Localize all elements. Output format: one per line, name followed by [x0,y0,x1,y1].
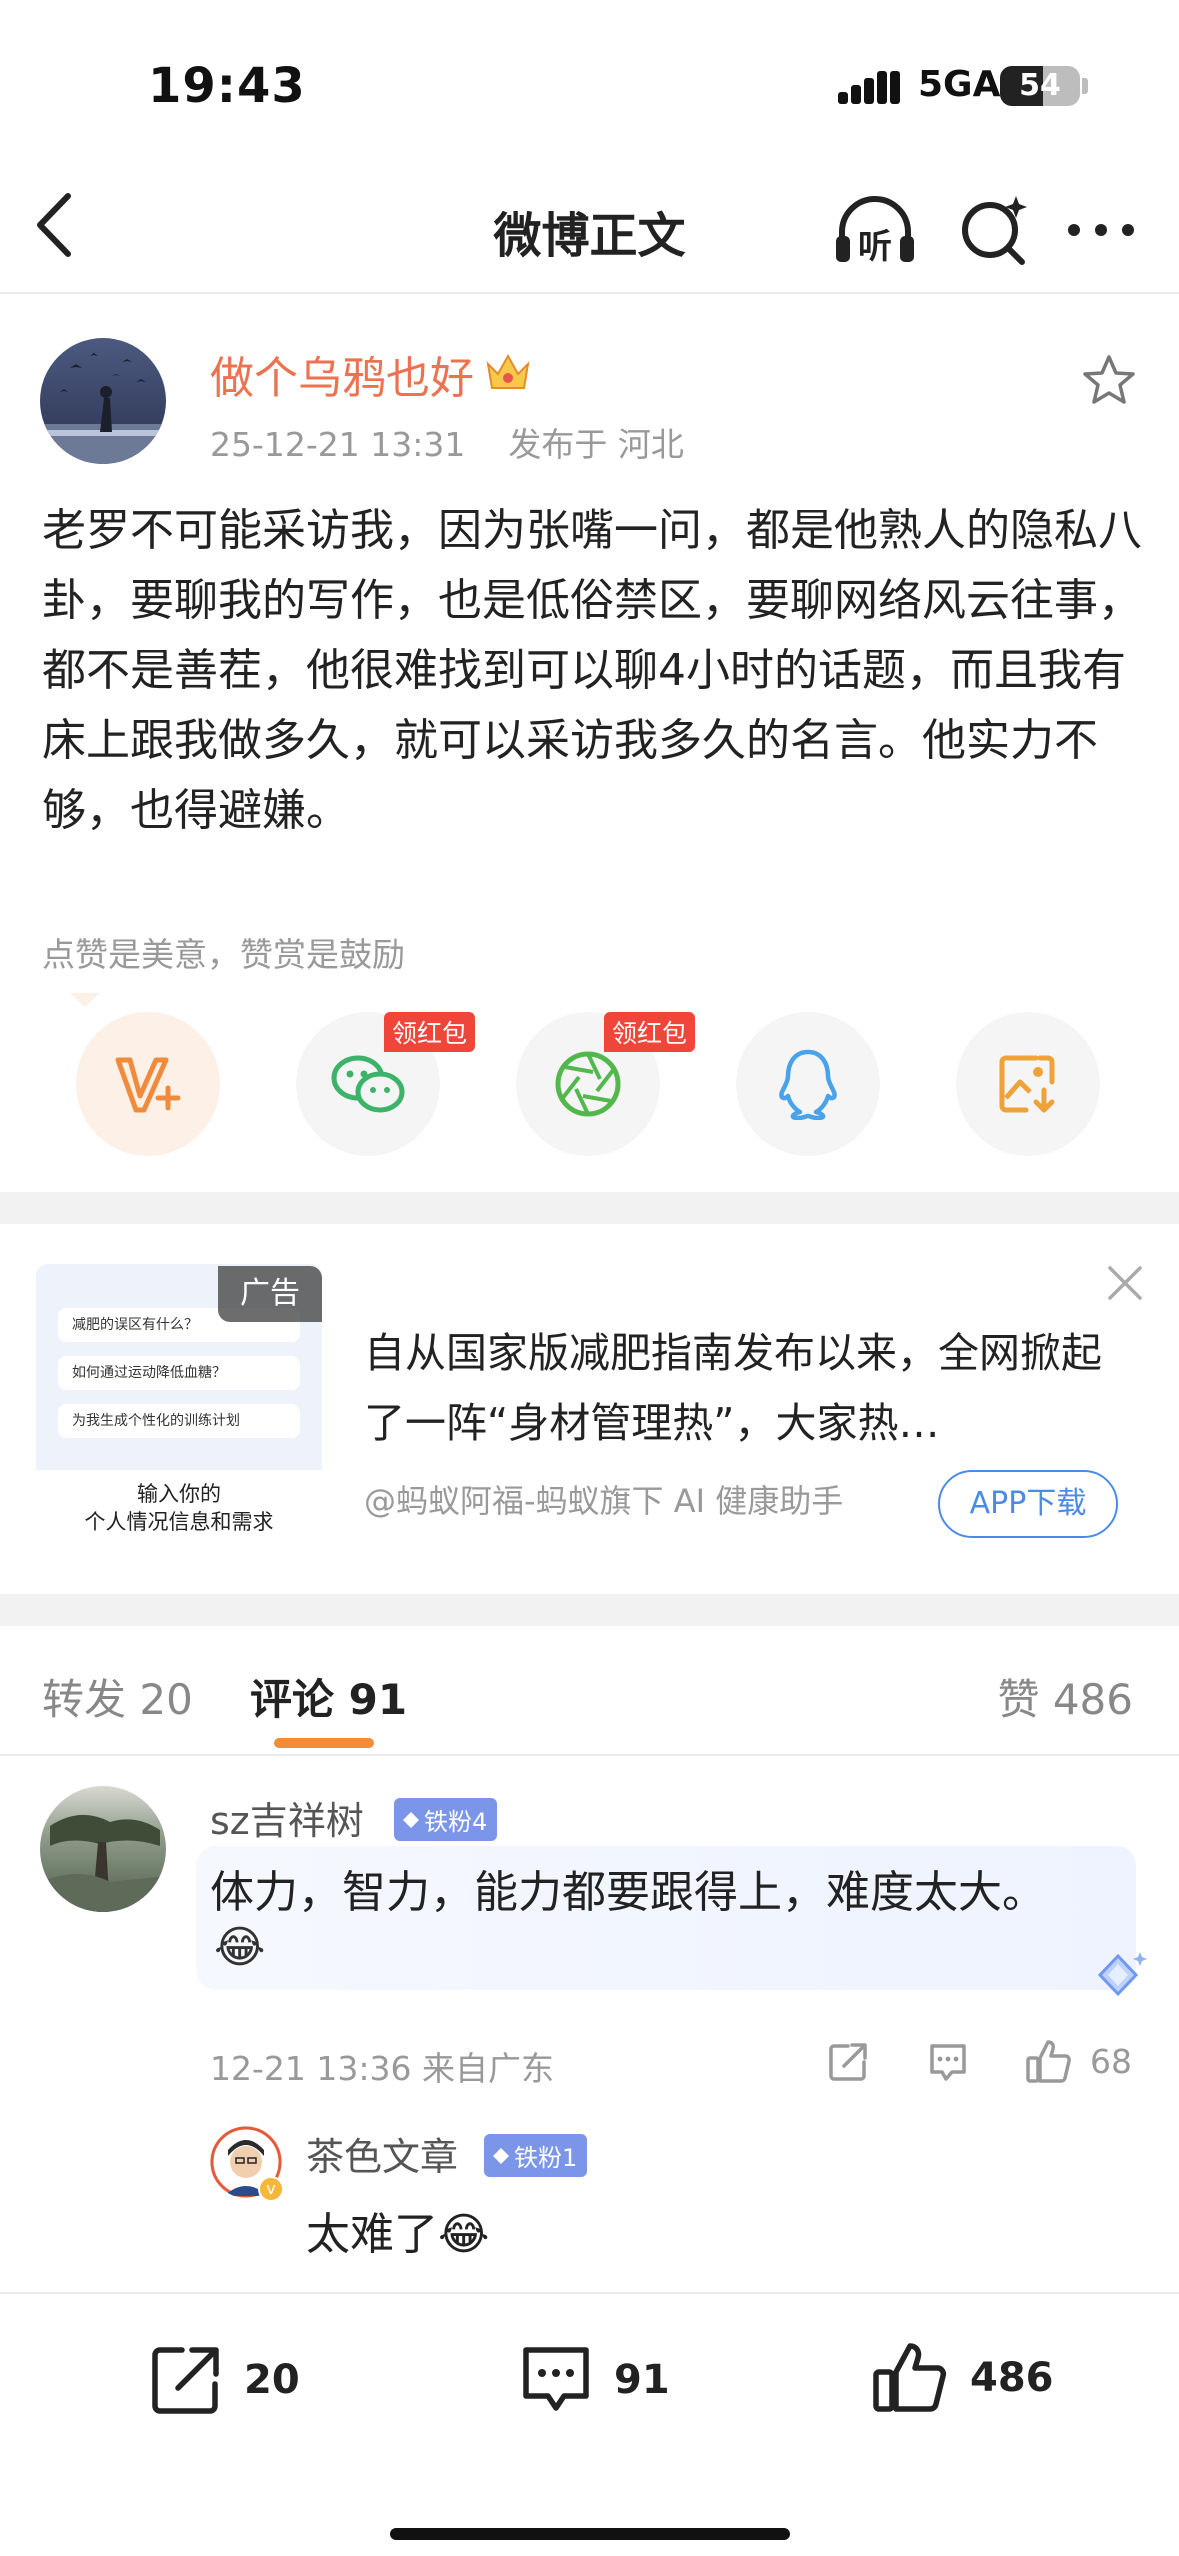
author-avatar[interactable] [40,338,166,464]
tab-repost[interactable]: 转发 20 [42,1666,193,1727]
ad-question-3: 为我生成个性化的训练计划 [58,1404,300,1438]
battery-tip [1082,78,1088,94]
red-packet-tag-wechat: 领红包 [384,1012,476,1052]
active-tab-indicator [274,1738,374,1748]
section-separator [0,1594,1179,1626]
listen-label: 听 [858,227,892,267]
fan-badge-label: 铁粉4 [424,1808,488,1836]
favorite-star-icon[interactable] [1080,352,1138,410]
app-download-button[interactable]: APP下载 [938,1470,1118,1538]
like-thumb-icon [873,2343,947,2412]
save-image-button[interactable] [956,1012,1100,1156]
battery-icon: 54 [1000,66,1080,106]
nav-divider [0,292,1179,294]
signal-icon [838,71,900,104]
commenter-avatar[interactable] [40,1786,166,1912]
bottom-like-button[interactable]: 486 [870,2338,1054,2418]
section-separator [0,1192,1179,1224]
status-time: 19:43 [148,58,306,114]
tip-pointer [70,992,100,1007]
ad-source[interactable]: @蚂蚁阿福-蚂蚁旗下 AI 健康助手 [364,1476,843,1522]
bottom-comment-button[interactable]: 91 [518,2342,670,2418]
author-name[interactable]: 做个乌鸦也好 [210,342,474,406]
repost-icon [152,2347,219,2414]
avatar-image [40,353,166,464]
tab-likes[interactable]: 赞 486 [997,1666,1133,1727]
battery-level-text: 54 [1019,68,1061,103]
home-indicator [390,2528,790,2540]
diamond-icon [493,2147,509,2164]
ad-image-caption-1: 输入你的 [137,1482,221,1506]
laugh-cry-emoji-icon: 😂 [214,1922,266,1973]
post-meta: 25-12-21 13:31 发布于 河北 [210,418,684,466]
network-type: 5GA [918,64,1001,105]
repost-icon[interactable] [826,2040,870,2084]
ad-text[interactable]: 自从国家版减肥指南发布以来，全网掀起了一阵“身材管理热”，大家热… [364,1318,1124,1458]
ad-tag: 广告 [218,1266,322,1322]
reply-user-name[interactable]: 茶色文章 [306,2126,458,2181]
comment-text[interactable]: 体力，智力，能力都要跟得上，难度太大。 [210,1856,1046,1920]
post-time: 25-12-21 13:31 [210,425,466,464]
comment-meta: 12-21 13:36 来自广东 [210,2049,554,2088]
comment-icon [523,2347,589,2411]
reward-button[interactable] [76,1012,220,1156]
praise-tip: 点赞是美意，赞赏是鼓励 [42,935,405,974]
bottom-action-bar: 20 91 486 [0,2292,1179,2556]
verified-badge-icon: v [258,2176,284,2202]
bottom-repost-button[interactable]: 20 [148,2342,300,2418]
post-location: 发布于 河北 [508,425,684,464]
commenter-avatar-image [40,1814,166,1912]
bottom-repost-count: 20 [244,2357,300,2403]
close-icon[interactable] [1104,1262,1146,1304]
reply-fan-badge: 铁粉1 [484,2134,588,2177]
search-icon[interactable] [956,190,1036,270]
reply-text[interactable]: 太难了😂 [306,2198,489,2262]
diamond-icon [403,1811,419,1828]
ad-question-list: 减肥的误区有什么？ 如何通过运动降低血糖？ 为我生成个性化的训练计划 [58,1300,300,1454]
comment-like-count: 68 [1090,2042,1132,2081]
like-thumb-icon[interactable] [1024,2036,1074,2086]
reply-icon[interactable] [926,2040,970,2084]
more-icon[interactable] [1066,222,1136,238]
reply-fan-badge-label: 铁粉1 [514,2144,578,2172]
listen-headphones-icon[interactable]: 听 [832,192,918,268]
wechat-icon [331,1055,405,1113]
ad-image-caption-2: 个人情况信息和需求 [84,1510,274,1534]
vip-crown-icon [486,353,530,389]
save-image-icon [999,1055,1055,1113]
red-packet-tag-moments: 领红包 [604,1012,696,1052]
ad-question-2: 如何通过运动降低血糖？ [58,1356,300,1390]
tab-divider [0,1754,1179,1756]
qq-penguin-icon [779,1049,837,1120]
fan-badge: 铁粉4 [394,1798,498,1841]
bottom-comment-count: 91 [614,2357,670,2403]
post-text: 老罗不可能采访我，因为张嘴一问，都是他熟人的隐私八卦，要聊我的写作，也是低俗禁区… [42,505,1142,836]
reward-v-icon [115,1057,181,1113]
bubble-diamond-icon [1097,1952,1147,1997]
bottom-like-count: 486 [970,2355,1054,2401]
commenter-name[interactable]: sz吉祥树 [210,1790,364,1845]
moments-aperture-icon [555,1051,621,1117]
tab-comments[interactable]: 评论 91 [250,1666,407,1727]
share-qq-button[interactable] [736,1012,880,1156]
